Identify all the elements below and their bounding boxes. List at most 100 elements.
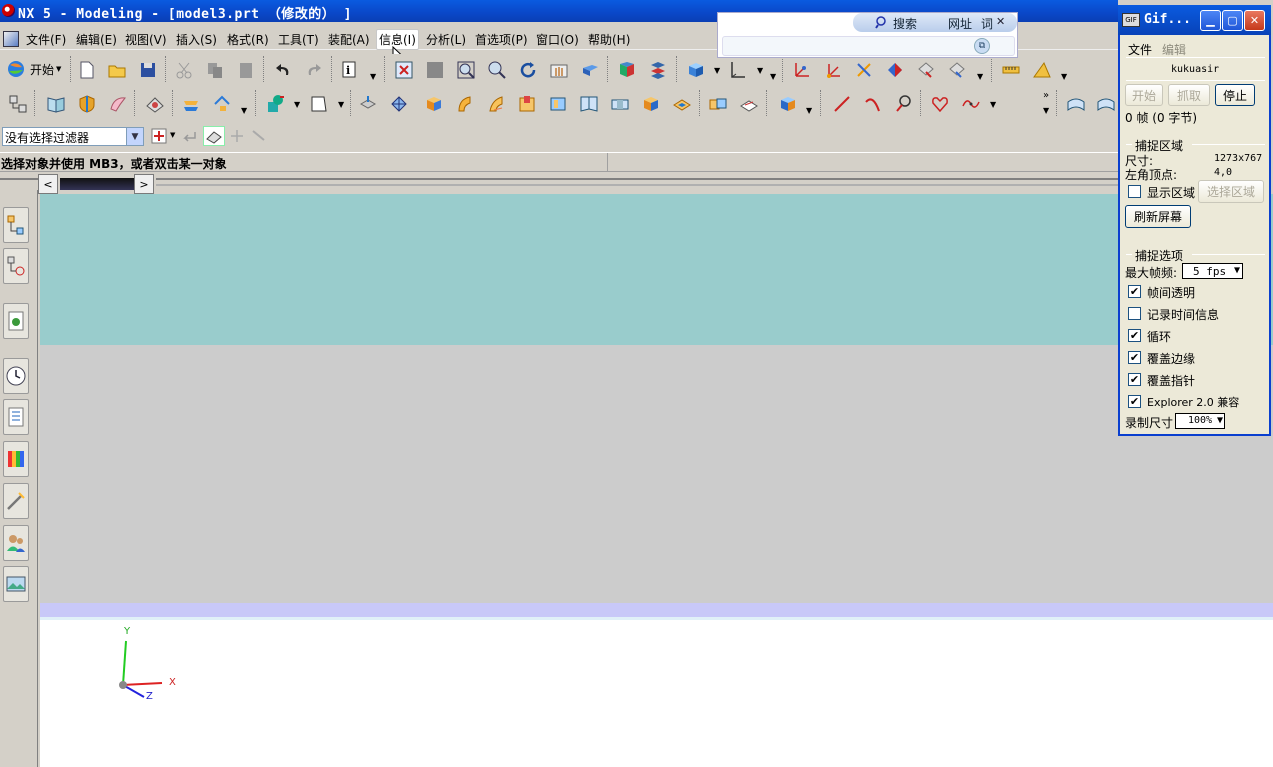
arc-button[interactable] [861, 92, 885, 116]
max-fps-select[interactable]: 5 fps ▼ [1182, 263, 1243, 279]
menu-edit[interactable]: 编辑(E) [74, 31, 119, 48]
groove-button[interactable] [639, 92, 663, 116]
curve-rule-button[interactable] [250, 127, 268, 145]
chevron-down-icon[interactable]: ▼ [294, 100, 300, 109]
wcs-origin-button[interactable] [821, 58, 845, 82]
maximize-icon[interactable]: ▢ [1222, 10, 1243, 31]
process-studio-tab[interactable] [3, 483, 29, 519]
gif-menu-edit[interactable]: 编辑 [1162, 41, 1186, 58]
cut-button[interactable] [172, 58, 196, 82]
record-size-select[interactable]: 100% ▼ [1175, 413, 1225, 429]
gif-menu-file[interactable]: 文件 [1128, 41, 1152, 58]
sketch-button[interactable] [44, 92, 68, 116]
gif-stop-button[interactable]: 停止 [1215, 84, 1255, 106]
pan-button[interactable] [547, 58, 571, 82]
toolbar-overflow-icon[interactable]: » [1043, 90, 1049, 101]
block-button[interactable] [422, 92, 446, 116]
menu-analysis[interactable]: 分析(L) [424, 31, 468, 48]
orient-view-button[interactable] [615, 58, 639, 82]
datum-axis-button[interactable] [210, 92, 234, 116]
select-face-button[interactable] [203, 126, 225, 146]
url-button[interactable]: 网址 [948, 15, 972, 32]
chevron-down-icon[interactable]: ▼ [1043, 106, 1049, 115]
word-button[interactable]: 词 [981, 15, 993, 32]
menu-window[interactable]: 窗口(O) [534, 31, 581, 48]
menu-format[interactable]: 格式(R) [225, 31, 271, 48]
restore-view-button[interactable] [646, 58, 670, 82]
shield-button[interactable] [75, 92, 99, 116]
menu-preferences[interactable]: 首选项(P) [473, 31, 530, 48]
graphics-viewport[interactable]: Y X Z [40, 194, 1273, 767]
information-button[interactable]: i [338, 58, 362, 82]
window-menu-icon[interactable] [3, 31, 19, 47]
visualization-tab[interactable] [3, 441, 29, 477]
option-explorer-checkbox[interactable] [1128, 395, 1141, 408]
fit-button[interactable] [392, 58, 416, 82]
search-button[interactable]: 搜索 [893, 15, 917, 32]
constraint-navigator-tab[interactable] [3, 248, 29, 284]
history-tab[interactable] [3, 358, 29, 394]
spline-button[interactable] [959, 92, 983, 116]
minimize-icon[interactable]: ▁ [1200, 10, 1221, 31]
through-curves-button[interactable] [1064, 92, 1088, 116]
selection-filter-dropdown[interactable]: 没有选择过滤器 ▼ [2, 127, 144, 146]
reuse-library-tab[interactable] [3, 399, 29, 435]
copy-button[interactable] [203, 58, 227, 82]
type-filter-button[interactable] [150, 127, 168, 145]
studio-spline-button[interactable] [928, 92, 952, 116]
save-button[interactable] [136, 58, 160, 82]
option-transparent-checkbox[interactable] [1128, 285, 1141, 298]
intersect-button[interactable] [776, 92, 800, 116]
shaded-view-button[interactable] [423, 58, 447, 82]
rendering-style-button[interactable] [684, 58, 708, 82]
chevron-down-icon[interactable]: ▼ [1061, 72, 1067, 81]
view-orientation-button[interactable] [726, 58, 750, 82]
snap-point-button[interactable] [228, 127, 246, 145]
pad-button[interactable] [670, 92, 694, 116]
chevron-down-icon[interactable]: ▼ [170, 131, 175, 139]
select-area-button[interactable]: 选择区域 [1198, 180, 1264, 203]
face-blend-button[interactable] [143, 92, 167, 116]
system-materials-tab[interactable] [3, 566, 29, 602]
tab-scroll-thumb[interactable] [60, 178, 134, 190]
general-selection-button[interactable] [180, 127, 198, 145]
circle-button[interactable] [892, 92, 916, 116]
cylinder-button[interactable] [453, 92, 477, 116]
chevron-down-icon[interactable]: ▼ [757, 66, 763, 75]
chevron-down-icon[interactable]: ▼ [990, 100, 996, 109]
wcs-orient-button[interactable] [883, 58, 907, 82]
menu-help[interactable]: 帮助(H) [586, 31, 632, 48]
chevron-down-icon[interactable]: ▼ [126, 128, 143, 145]
line-button[interactable] [830, 92, 854, 116]
part-navigator-button[interactable] [6, 92, 30, 116]
new-file-button[interactable] [75, 58, 99, 82]
scroll-right-arrow-icon[interactable]: > [134, 174, 154, 194]
chevron-down-icon[interactable]: ▼ [770, 72, 776, 81]
menu-insert[interactable]: 插入(S) [174, 31, 219, 48]
go-icon[interactable]: ⧉ [974, 38, 990, 54]
chevron-down-icon[interactable]: ▼ [370, 72, 376, 81]
wcs-dynamics-button[interactable] [790, 58, 814, 82]
show-area-checkbox[interactable] [1128, 185, 1141, 198]
sweep-button[interactable] [1094, 92, 1118, 116]
wcs-set-button[interactable] [914, 58, 938, 82]
roles-tab[interactable] [3, 525, 29, 561]
menu-tools[interactable]: 工具(T) [276, 31, 321, 48]
chevron-down-icon[interactable]: ▼ [241, 106, 247, 115]
surface-button[interactable] [106, 92, 130, 116]
cone-button[interactable] [484, 92, 508, 116]
part-navigator-tab[interactable] [3, 303, 29, 339]
menu-file[interactable]: 文件(F) [24, 31, 68, 48]
revolve-button[interactable] [387, 92, 411, 116]
boss-button[interactable] [546, 92, 570, 116]
subtract-button[interactable] [737, 92, 761, 116]
measure-distance-button[interactable] [999, 58, 1023, 82]
unite-button[interactable] [706, 92, 730, 116]
close-icon[interactable]: ✕ [1244, 10, 1265, 31]
point-button[interactable] [264, 92, 288, 116]
perspective-button[interactable] [578, 58, 602, 82]
zoom-button[interactable] [485, 58, 509, 82]
refresh-screen-button[interactable]: 刷新屏幕 [1125, 205, 1191, 228]
menu-assemblies[interactable]: 装配(A) [326, 31, 372, 48]
measure-angle-button[interactable] [1030, 58, 1054, 82]
